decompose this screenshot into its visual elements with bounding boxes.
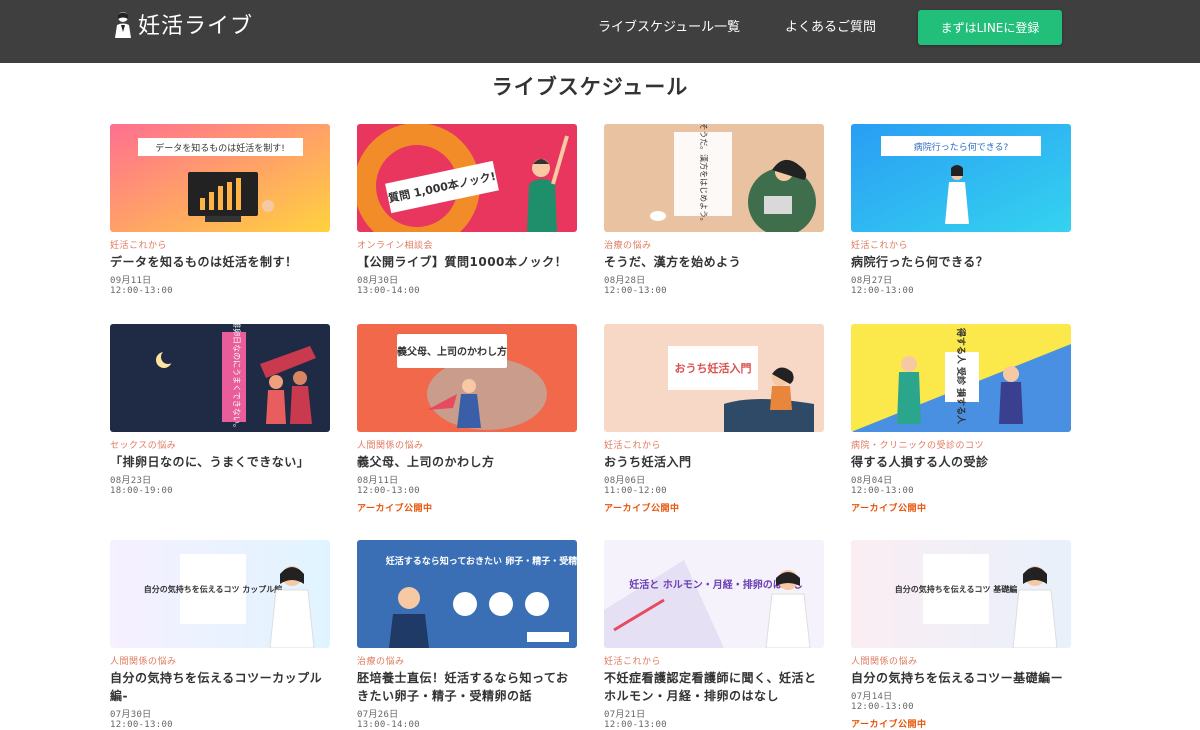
card-time: 12:00-13:00 [851, 702, 914, 712]
card-thumbnail[interactable]: おうち妊活入門 [604, 324, 824, 432]
card-category: 妊活これから [604, 657, 662, 667]
card-title[interactable]: 得する人損する人の受診 [851, 453, 1071, 471]
card-date: 08月23日 [110, 476, 152, 486]
card-date: 07月30日 [110, 710, 152, 720]
card-title[interactable]: 【公開ライブ】質問1000本ノック！ [357, 253, 577, 271]
card-time: 11:00-12:00 [604, 486, 667, 496]
card-time: 18:00-19:00 [110, 486, 173, 496]
card-date: 08月04日 [851, 476, 893, 486]
card-time: 12:00-13:00 [851, 286, 914, 296]
card-date: 07月26日 [357, 710, 399, 720]
card-date: 08月28日 [604, 276, 646, 286]
card-thumbnail[interactable]: 義父母、上司のかわし方 [357, 324, 577, 432]
live-card[interactable]: 病院行ったら何できる? 妊活これから 病院行ったら何できる？ 08月27日 12… [851, 124, 1071, 296]
card-thumbnail[interactable]: 自分の気持ちを伝えるコツ 基礎編 [851, 540, 1071, 648]
top-header: 妊活ライブ ライブスケジュール一覧 よくあるご質問 まずはLINEに登録 [0, 0, 1200, 63]
thumb-caption: 自分の気持ちを伝えるコツ カップル編 [144, 584, 283, 594]
card-title[interactable]: 不妊症看護認定看護師に聞く、妊活とホルモン・月経・排卵のはなし [604, 669, 824, 705]
card-title[interactable]: そうだ、漢方を始めよう [604, 253, 824, 271]
card-time: 13:00-14:00 [357, 720, 420, 730]
woman-icon [112, 10, 134, 38]
card-category: 人間関係の悩み [357, 441, 424, 451]
live-card[interactable]: 得する人 受診 損する人 病院・クリニックの受診のコツ 得する人損する人の受診 … [851, 324, 1071, 514]
live-card[interactable]: 妊活と ホルモン・月経・排卵のはなし 妊活これから 不妊症看護認定看護師に聞く、… [604, 540, 824, 730]
live-card[interactable]: 自分の気持ちを伝えるコツ 基礎編 人間関係の悩み 自分の気持ちを伝えるコツー基礎… [851, 540, 1071, 730]
thumb-caption: 得する人 受診 損する人 [955, 327, 967, 425]
live-card[interactable]: データを知るものは妊活を制す! 妊活これから データを知るものは妊活を制す！ 0… [110, 124, 330, 296]
page-title: ライブスケジュール [491, 75, 689, 99]
archive-badge: アーカイブ公開中 [604, 504, 680, 514]
card-category: 病院・クリニックの受診のコツ [851, 441, 985, 451]
card-thumbnail[interactable]: 病院行ったら何できる? [851, 124, 1071, 232]
live-card[interactable]: 自分の気持ちを伝えるコツ カップル編 人間関係の悩み 自分の気持ちを伝えるコツー… [110, 540, 330, 730]
nav-link-faq[interactable]: よくあるご質問 [785, 0, 876, 50]
card-title[interactable]: 義父母、上司のかわし方 [357, 453, 577, 471]
live-card[interactable]: 排卵日なのにうまくできない。 セックスの悩み 「排卵日なのに、うまくできない」 … [110, 324, 330, 496]
archive-badge: アーカイブ公開中 [851, 720, 927, 730]
card-title[interactable]: 自分の気持ちを伝えるコツーカップル編- [110, 669, 330, 705]
nav-link-schedule[interactable]: ライブスケジュール一覧 [598, 0, 740, 50]
live-card[interactable]: 質問 1,000本ノック! オンライン相談会 【公開ライブ】質問1000本ノック… [357, 124, 577, 296]
archive-badge: アーカイブ公開中 [851, 504, 927, 514]
live-card[interactable]: 義父母、上司のかわし方 人間関係の悩み 義父母、上司のかわし方 08月11日 1… [357, 324, 577, 514]
thumb-caption: 排卵日なのにうまくできない。 [232, 324, 242, 432]
card-time: 12:00-13:00 [110, 720, 173, 730]
card-time: 12:00-13:00 [357, 486, 420, 496]
card-thumbnail[interactable]: 質問 1,000本ノック! [357, 124, 577, 232]
logo-text: 妊活ライブ [138, 14, 254, 39]
card-category: 治療の悩み [357, 657, 405, 667]
thumb-caption: データを知るものは妊活を制す! [155, 142, 285, 154]
thumb-caption: 自分の気持ちを伝えるコツ 基礎編 [895, 584, 1018, 594]
card-category: 妊活これから [604, 441, 662, 451]
line-register-button[interactable]: まずはLINEに登録 [918, 10, 1062, 45]
card-category: オンライン相談会 [357, 241, 434, 251]
card-time: 13:00-14:00 [357, 286, 420, 296]
card-date: 08月06日 [604, 476, 646, 486]
card-thumbnail[interactable]: 妊活するなら知っておきたい 卵子・精子・受精卵の話 [357, 540, 577, 648]
card-category: 妊活これから [110, 241, 168, 251]
card-title[interactable]: 自分の気持ちを伝えるコツー基礎編ー [851, 669, 1071, 687]
thumb-caption: 病院行ったら何できる? [914, 141, 1009, 153]
thumb-caption: そうだ。漢方をはじめよう。 [699, 124, 709, 226]
card-thumbnail[interactable]: データを知るものは妊活を制す! [110, 124, 330, 232]
thumb-caption: 妊活するなら知っておきたい 卵子・精子・受精卵の話 [386, 555, 577, 567]
card-thumbnail[interactable]: 自分の気持ちを伝えるコツ カップル編 [110, 540, 330, 648]
card-thumbnail[interactable]: 得する人 受診 損する人 [851, 324, 1071, 432]
card-time: 12:00-13:00 [851, 486, 914, 496]
archive-badge: アーカイブ公開中 [357, 504, 433, 514]
card-title[interactable]: 「排卵日なのに、うまくできない」 [110, 453, 330, 471]
thumb-caption: 義父母、上司のかわし方 [397, 345, 507, 358]
card-category: 妊活これから [851, 241, 909, 251]
live-card[interactable]: おうち妊活入門 妊活これから おうち妊活入門 08月06日 11:00-12:0… [604, 324, 824, 514]
live-card[interactable]: そうだ。漢方をはじめよう。 治療の悩み そうだ、漢方を始めよう 08月28日 1… [604, 124, 824, 296]
card-category: セックスの悩み [110, 441, 177, 451]
card-date: 09月11日 [110, 276, 152, 286]
card-date: 08月11日 [357, 476, 399, 486]
card-title[interactable]: 胚培養士直伝！妊活するなら知っておきたい卵子・精子・受精卵の話 [357, 669, 577, 705]
card-time: 12:00-13:00 [110, 286, 173, 296]
card-date: 08月30日 [357, 276, 399, 286]
site-logo[interactable]: 妊活ライブ [112, 9, 253, 39]
card-thumbnail[interactable]: 排卵日なのにうまくできない。 [110, 324, 330, 432]
thumb-caption: おうち妊活入門 [675, 361, 752, 375]
card-title[interactable]: 病院行ったら何できる？ [851, 253, 1071, 271]
card-time: 12:00-13:00 [604, 720, 667, 730]
card-title[interactable]: おうち妊活入門 [604, 453, 824, 471]
card-category: 人間関係の悩み [851, 657, 918, 667]
card-category: 人間関係の悩み [110, 657, 177, 667]
card-time: 12:00-13:00 [604, 286, 667, 296]
card-category: 治療の悩み [604, 241, 652, 251]
card-thumbnail[interactable]: そうだ。漢方をはじめよう。 [604, 124, 824, 232]
card-date: 08月27日 [851, 276, 893, 286]
card-thumbnail[interactable]: 妊活と ホルモン・月経・排卵のはなし [604, 540, 824, 648]
card-date: 07月21日 [604, 710, 646, 720]
card-date: 07月14日 [851, 692, 893, 702]
card-title[interactable]: データを知るものは妊活を制す！ [110, 253, 330, 271]
live-card[interactable]: 妊活するなら知っておきたい 卵子・精子・受精卵の話 治療の悩み 胚培養士直伝！妊… [357, 540, 577, 730]
